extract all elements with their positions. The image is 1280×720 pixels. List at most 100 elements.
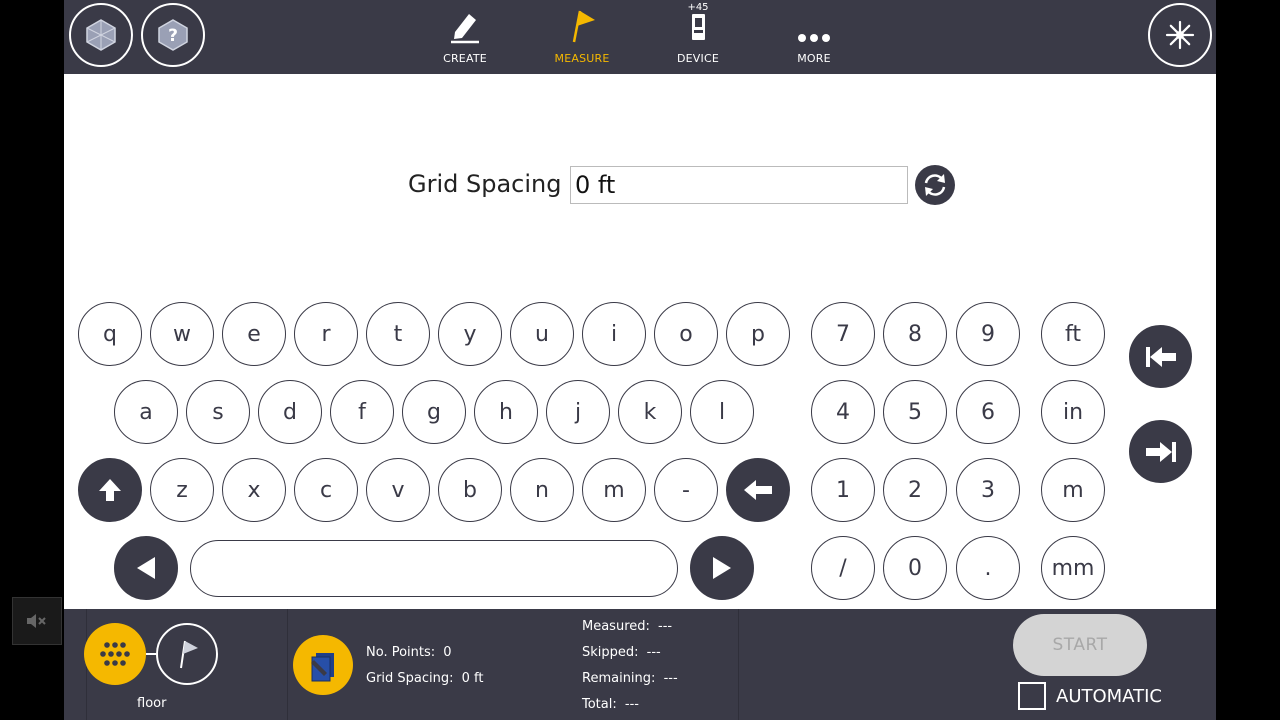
key-label: s [212,399,224,425]
key-g[interactable]: g [402,380,466,444]
mute-icon [27,614,46,628]
key-dot[interactable]: . [956,536,1020,600]
key-x[interactable]: x [222,458,286,522]
key-d[interactable]: d [258,380,322,444]
key-4[interactable]: 4 [811,380,875,444]
divider [738,609,739,720]
key-f[interactable]: f [330,380,394,444]
remaining-field: Remaining: --- [582,671,678,686]
key-z[interactable]: z [150,458,214,522]
key-label: t [393,321,403,347]
key-m[interactable]: m [582,458,646,522]
key-2[interactable]: 2 [883,458,947,522]
nav-more[interactable]: MORE [769,6,859,65]
key-r[interactable]: r [294,302,358,366]
layer-button[interactable] [156,623,218,685]
help-button[interactable]: ? [141,3,205,67]
key-p[interactable]: p [726,302,790,366]
key-label: u [535,321,549,347]
key-e[interactable]: e [222,302,286,366]
key-unit-in[interactable]: in [1041,380,1105,444]
key-label: - [682,477,690,503]
key-u[interactable]: u [510,302,574,366]
cursor-left-key[interactable] [114,536,178,600]
key-n[interactable]: n [510,458,574,522]
no-points-field: No. Points: 0 [366,645,452,660]
nav-create-label: CREATE [443,52,487,65]
key-9[interactable]: 9 [956,302,1020,366]
key-6[interactable]: 6 [956,380,1020,444]
key-l[interactable]: l [690,380,754,444]
measured-field: Measured: --- [582,619,672,634]
key-label: c [319,477,333,503]
key-5[interactable]: 5 [883,380,947,444]
key-hyphen[interactable]: - [654,458,718,522]
backspace-key[interactable] [726,458,790,522]
skipped-field: Skipped: --- [582,645,661,660]
key-y[interactable]: y [438,302,502,366]
key-b[interactable]: b [438,458,502,522]
connector-line [146,653,156,655]
cube-button[interactable] [69,3,133,67]
home-key[interactable] [1129,325,1192,388]
key-7[interactable]: 7 [811,302,875,366]
key-label: e [247,321,261,347]
key-label: b [463,477,477,503]
key-unit-mm[interactable]: mm [1041,536,1105,600]
grid-spacing-input[interactable] [570,166,908,204]
key-a[interactable]: a [114,380,178,444]
cursor-right-key[interactable] [690,536,754,600]
start-button[interactable]: START [1013,614,1147,676]
key-1[interactable]: 1 [811,458,875,522]
laser-button[interactable] [1148,3,1212,67]
key-q[interactable]: q [78,302,142,366]
key-0[interactable]: 0 [883,536,947,600]
point-list-button[interactable] [293,635,353,695]
key-8[interactable]: 8 [883,302,947,366]
key-label: r [321,321,331,347]
key-s[interactable]: s [186,380,250,444]
layer-name: floor [137,696,167,711]
key-unit-ft[interactable]: ft [1041,302,1105,366]
end-key[interactable] [1129,420,1192,483]
key-j[interactable]: j [546,380,610,444]
refresh-icon [924,174,946,196]
shift-key[interactable] [78,458,142,522]
key-label: 9 [981,321,995,347]
key-k[interactable]: k [618,380,682,444]
nav-device[interactable]: +45 DEVICE [653,2,743,65]
key-v[interactable]: v [366,458,430,522]
nav-device-label: DEVICE [676,52,720,65]
skipped-label: Skipped: [582,645,639,660]
nav-measure[interactable]: MEASURE [537,6,627,65]
key-label: n [535,477,549,503]
key-h[interactable]: h [474,380,538,444]
automatic-checkbox[interactable] [1018,682,1046,710]
bottom-status-bar: floor No. Points: 0 Grid Spacing: 0 ft M… [64,609,1216,720]
device-badge: +45 [687,2,708,13]
refresh-button[interactable] [915,165,955,205]
space-key[interactable] [190,540,678,597]
key-label: j [574,399,582,425]
key-3[interactable]: 3 [956,458,1020,522]
key-label: m [603,477,625,503]
key-t[interactable]: t [366,302,430,366]
key-label: ft [1065,321,1081,347]
key-i[interactable]: i [582,302,646,366]
key-c[interactable]: c [294,458,358,522]
key-o[interactable]: o [654,302,718,366]
skipped-value: --- [646,645,661,660]
key-label: / [839,555,847,581]
nav-create[interactable]: CREATE [420,6,510,65]
left-arrow-icon [137,557,155,579]
key-w[interactable]: w [150,302,214,366]
flag-icon [180,640,198,669]
key-label: d [283,399,297,425]
key-label: q [103,321,117,347]
measured-label: Measured: [582,619,650,634]
cube-icon [86,19,116,51]
key-slash[interactable]: / [811,536,875,600]
skip-end-icon [1145,441,1176,462]
key-unit-m[interactable]: m [1041,458,1105,522]
point-grid-button[interactable] [84,623,146,685]
